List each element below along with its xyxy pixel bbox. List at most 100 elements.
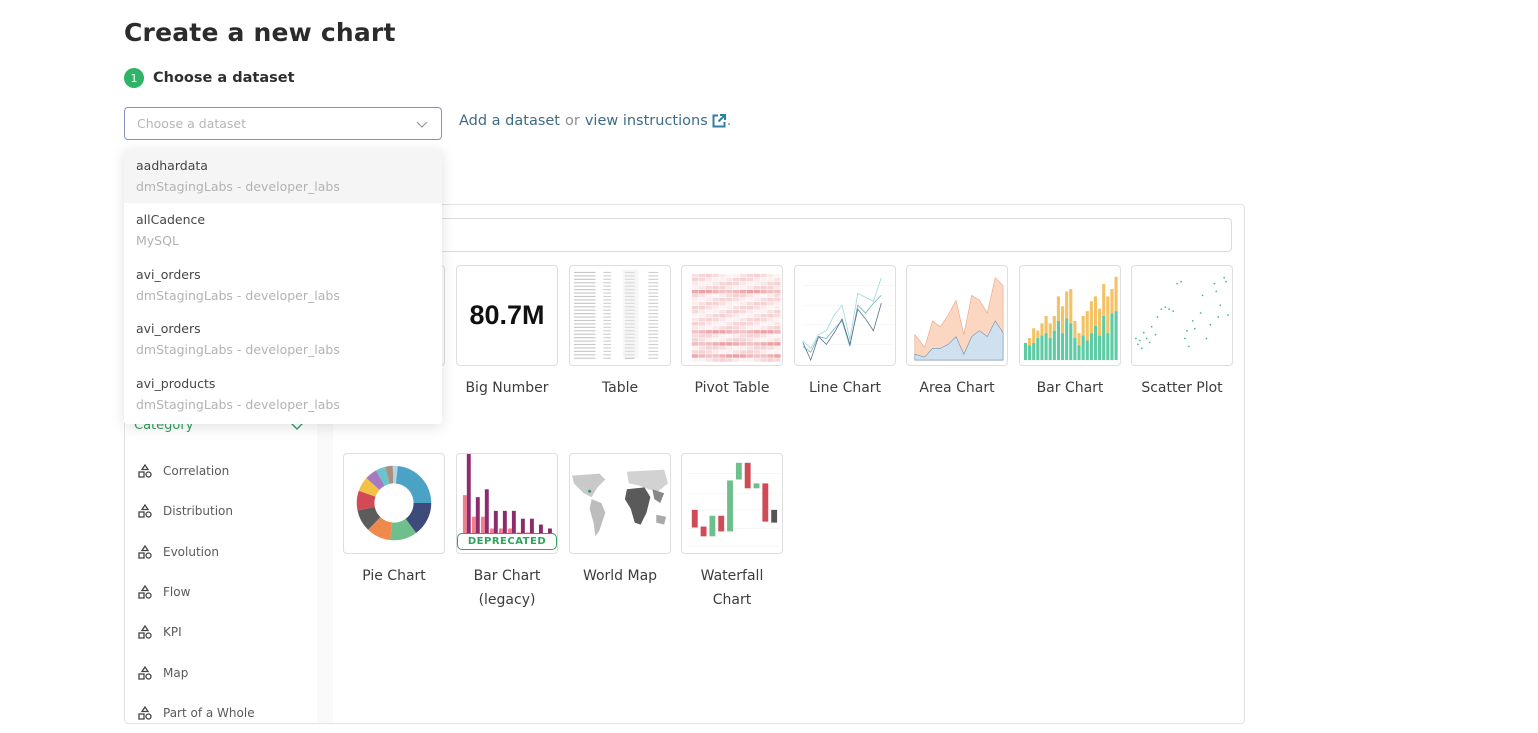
dataset-select[interactable]: Choose a dataset (124, 107, 442, 140)
table-cell (573, 347, 596, 349)
table-cell (648, 333, 659, 335)
pivot-cell (705, 338, 712, 342)
pivot-cell (774, 338, 781, 342)
pivot-cell (753, 358, 760, 362)
pivot-cell (732, 318, 740, 322)
category-item-label: Correlation (163, 464, 230, 479)
pivot-cell (691, 285, 699, 290)
bar-segment (1065, 291, 1069, 319)
table-cell (603, 350, 612, 352)
pivot-cell (774, 273, 781, 278)
table-cell (648, 295, 659, 298)
chart-tile-label: Table (601, 380, 639, 396)
step-number-badge: 1 (124, 68, 144, 88)
pivot-cell (774, 330, 781, 334)
dataset-option[interactable]: aadhardata dmStagingLabs - developer_labs (124, 149, 442, 204)
pivot-cell (726, 338, 733, 342)
chart-tile-waterfall-chart[interactable]: Waterfall Chart (681, 453, 783, 612)
pivot-cell (712, 289, 719, 294)
pivot-cell (767, 310, 774, 314)
table-cell (603, 357, 612, 359)
table-cell (573, 306, 596, 308)
external-link-icon[interactable] (711, 113, 727, 129)
pivot-cell (774, 354, 781, 358)
scatter-point (1223, 276, 1226, 279)
category-item-part-of-a-whole[interactable]: Part of a Whole (138, 693, 255, 733)
dataset-option-name: allCadence (136, 212, 206, 228)
category-item-distribution[interactable]: Distribution (138, 491, 255, 531)
pivot-cell (726, 301, 733, 306)
pivot-cell (698, 326, 706, 330)
table-cell (648, 271, 659, 274)
bar-segment (1098, 335, 1102, 361)
label-line-2: (legacy) (478, 592, 536, 608)
pivot-cell (719, 350, 726, 354)
chart-tile-big-number[interactable]: 80.7M Big Number (456, 265, 558, 400)
category-item-flow[interactable]: Flow (138, 572, 255, 612)
pivot-cell (719, 310, 726, 314)
bar-segment (1106, 333, 1110, 361)
pivot-cell (746, 310, 754, 314)
step-choose-dataset: 1 Choose a dataset (124, 68, 295, 88)
pivot-cell (767, 330, 774, 334)
pivot-cell (774, 293, 781, 298)
chart-tile-label: World Map (582, 568, 658, 584)
pivot-cell (753, 314, 760, 318)
pivot-cell (739, 358, 747, 362)
chart-tile-line-chart[interactable]: Line Chart (794, 265, 896, 400)
pivot-cell (746, 346, 754, 350)
pivot-cell (739, 293, 747, 298)
category-item-map[interactable]: Map (138, 652, 255, 692)
add-dataset-link[interactable]: Add a dataset (459, 113, 560, 129)
chart-tile-label: Pivot Table (694, 380, 770, 396)
dataset-option[interactable]: avi_orders dmStagingLabs - developer_labs (124, 312, 442, 366)
pivot-cell (760, 318, 767, 322)
chart-tile-table[interactable]: Table (569, 265, 671, 400)
dataset-links: Add a dataset or view instructions . (459, 113, 731, 129)
category-list: Correlation Distribution Evolution Flow … (138, 451, 255, 733)
chart-tile-label: Big Number (465, 380, 549, 396)
pivot-cell (705, 358, 712, 362)
scatter-point (1186, 329, 1188, 332)
bar-segment (1110, 289, 1114, 314)
table-cell (603, 275, 612, 277)
pivot-cell (698, 330, 706, 334)
category-item-evolution[interactable]: Evolution (138, 532, 255, 572)
category-item-correlation[interactable]: Correlation (138, 451, 255, 491)
page-title: Create a new chart (124, 18, 396, 47)
pivot-cell (726, 293, 733, 298)
pivot-cell (767, 305, 774, 310)
chart-tile-bar-chart-legacy[interactable]: DEPRECATED Bar Chart (legacy) (456, 453, 558, 612)
pivot-cell (774, 310, 781, 314)
table-cell (573, 309, 596, 311)
pivot-cell (746, 293, 754, 298)
pivot-cell (739, 277, 747, 282)
dataset-option[interactable]: avi_products dmStagingLabs - developer_la… (124, 367, 442, 421)
pivot-cell (726, 281, 733, 286)
table-cell (573, 340, 596, 342)
pivot-cell (732, 354, 740, 358)
pivot-cell (726, 346, 733, 350)
view-instructions-link[interactable]: view instructions (585, 113, 708, 129)
bar-segment (1032, 328, 1036, 343)
dataset-option[interactable]: allCadence MySQL (124, 203, 442, 257)
chart-tile-area-chart[interactable]: Area Chart (906, 265, 1008, 400)
pivot-cell (753, 354, 760, 358)
pivot-cell (719, 354, 726, 358)
chart-tile-scatter-plot[interactable]: Scatter Plot (1131, 265, 1233, 400)
chart-thumbnail (906, 265, 1008, 366)
chart-tile-pivot-table[interactable]: Pivot Table (681, 265, 783, 400)
chart-tile-bar-chart[interactable]: Bar Chart (1019, 265, 1121, 400)
chart-search-input[interactable]: Search all charts (323, 218, 1232, 252)
category-item-kpi[interactable]: KPI (138, 612, 255, 652)
pivot-cell (774, 350, 781, 354)
chart-tile-world-map[interactable]: World Map (569, 453, 671, 588)
dataset-option[interactable]: avi_orders dmStagingLabs - developer_labs (124, 258, 442, 312)
table-cell (648, 323, 659, 325)
pivot-cell (691, 277, 699, 282)
chart-tile-pie-chart[interactable]: Pie Chart (343, 453, 445, 588)
table-cell (603, 282, 612, 284)
step-label: Choose a dataset (153, 70, 295, 86)
scatter-point (1172, 310, 1175, 312)
table-cell (573, 316, 596, 318)
